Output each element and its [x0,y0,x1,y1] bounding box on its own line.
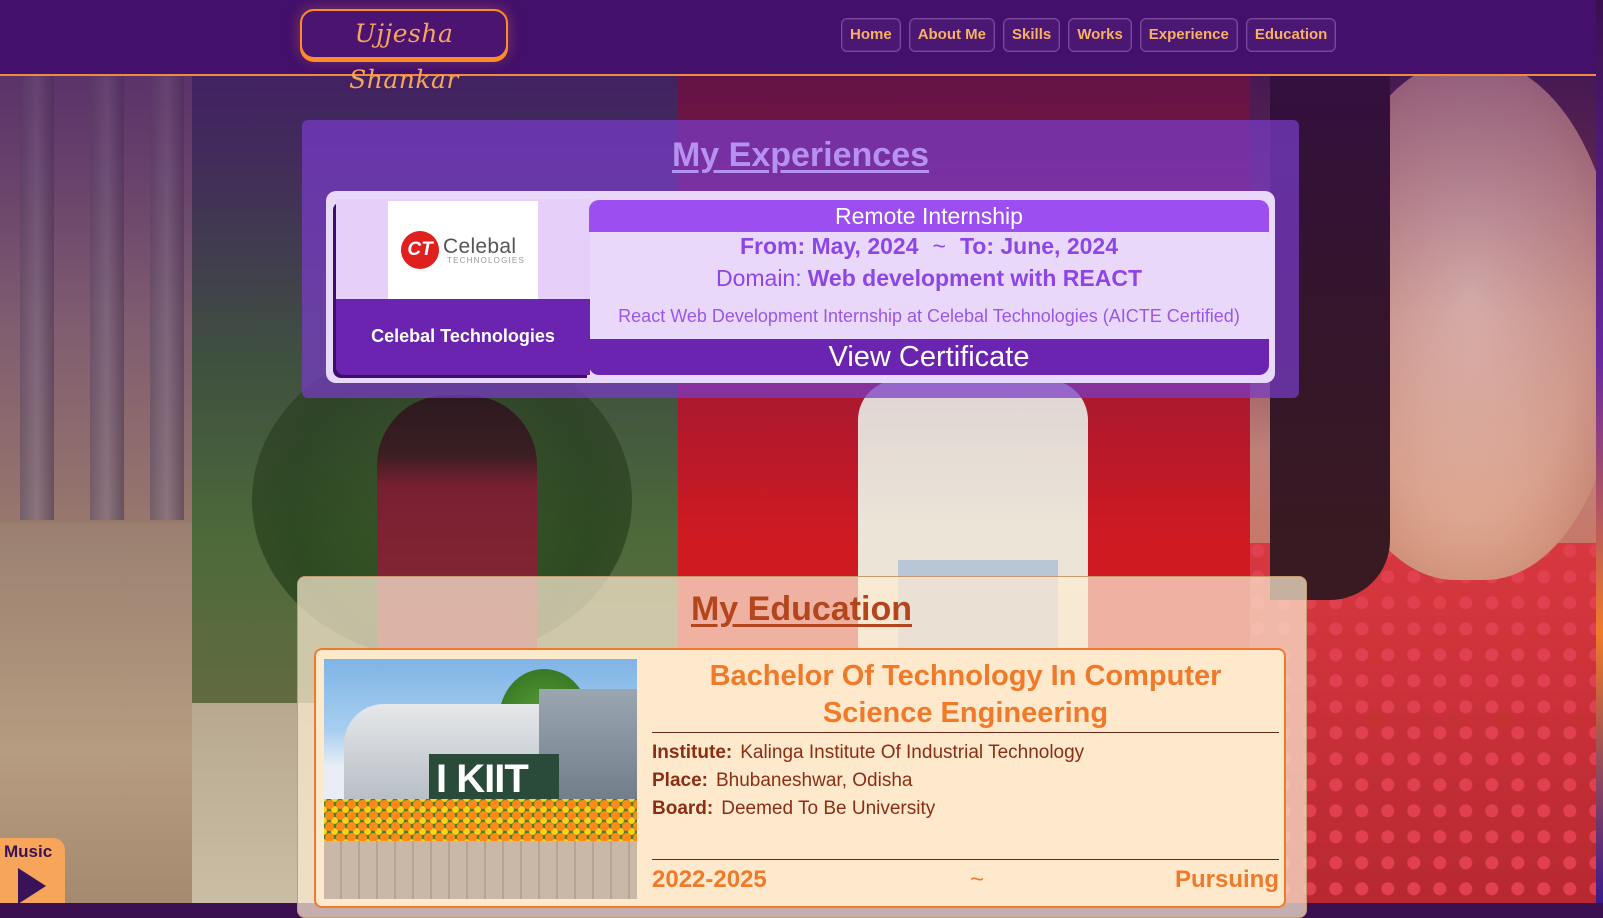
nav-home[interactable]: Home [841,18,901,52]
place-label: Place: [652,770,708,791]
logo-company-sub: TECHNOLOGIES [447,255,525,265]
internship-domain: Domain: Web development with REACT [589,265,1269,292]
nav-experience[interactable]: Experience [1139,18,1238,52]
music-toggle-button[interactable]: Music [0,838,65,904]
internship-dates: From: May, 2024 ~ To: June, 2024 [589,233,1269,260]
duration-separator: ~ [970,866,985,893]
company-panel: CT Celebal TECHNOLOGIES Celebal Technolo… [336,199,590,375]
nav-works[interactable]: Works [1068,18,1132,52]
date-separator: ~ [932,233,946,259]
internship-type: Remote Internship [589,200,1269,232]
board-label: Board: [652,798,714,819]
place-row: Place: Bhubaneshwar, Odisha [652,770,912,792]
education-status: Pursuing [1174,866,1279,893]
education-heading: My Education [690,590,913,628]
institute-row: Institute: Kalinga Institute Of Industria… [652,742,1084,764]
ct-logo-mark: CT [401,231,440,269]
campus-sign: I KIIT [436,757,529,801]
institute-value: Kalinga Institute Of Industrial Technolo… [740,742,1085,763]
nav-skills[interactable]: Skills [1003,18,1061,52]
internship-description: React Web Development Internship at Cele… [618,306,1240,326]
top-navbar: Ujjesha Shankar Home About Me Skills Wor… [0,0,1596,94]
divider [652,859,1279,860]
board-value: Deemed To Be University [721,798,936,819]
nav-about-me[interactable]: About Me [908,18,996,52]
divider [652,732,1279,733]
nav-education[interactable]: Education [1245,18,1337,52]
date-to: To: June, 2024 [959,233,1119,259]
site-logo[interactable]: Ujjesha Shankar [300,9,508,94]
board-row: Board: Deemed To Be University [652,798,935,820]
company-logo: CT Celebal TECHNOLOGIES [388,201,538,299]
place-value: Bhubaneshwar, Odisha [715,770,913,791]
main-nav: Home About Me Skills Works Experience Ed… [841,18,1337,52]
company-name: Celebal Technologies [371,326,555,346]
music-label: Music [4,842,53,861]
degree-title: Bachelor Of Technology In Computer Scien… [709,660,1222,729]
domain-label: Domain: [715,265,802,291]
view-certificate-button[interactable]: View Certificate [589,339,1269,375]
experience-heading: My Experiences [671,136,930,174]
play-icon [18,868,46,904]
logo-company-name: Celebal [443,234,517,258]
campus-photo: I KIIT [324,659,637,899]
education-years: 2022-2025 [652,866,767,893]
date-from: From: May, 2024 [739,233,919,259]
domain-value: Web development with REACT [807,265,1143,291]
scrollbar[interactable] [1596,0,1603,903]
institute-label: Institute: [652,742,733,763]
